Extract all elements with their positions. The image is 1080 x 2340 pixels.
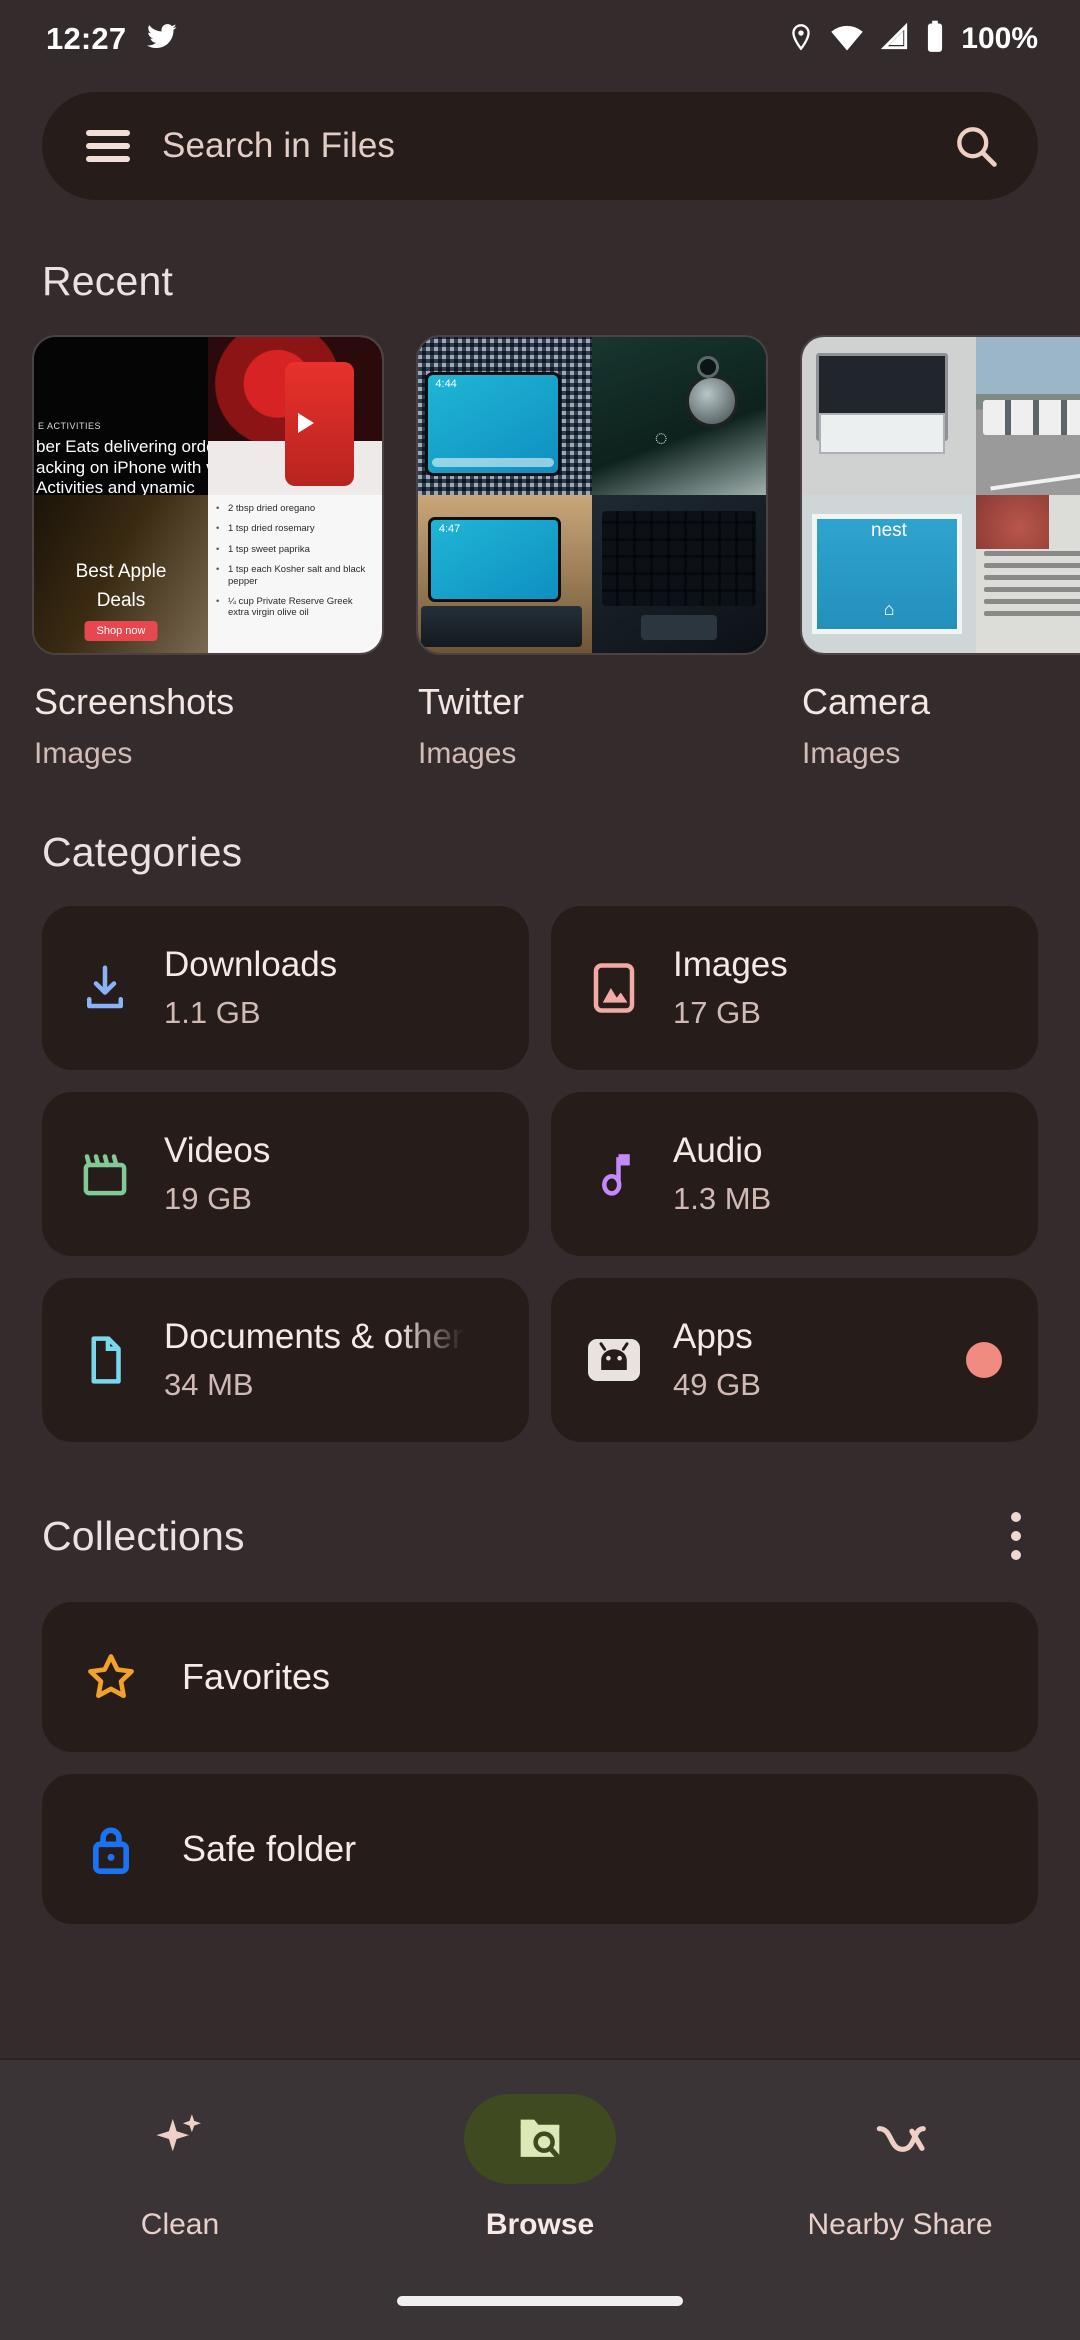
thumb-recipe-item: 1 tsp each Kosher salt and black pepper — [214, 564, 376, 587]
lock-icon — [82, 1820, 140, 1878]
thumb-news-kicker: E ACTIVITIES — [38, 421, 102, 431]
category-size: 1.3 MB — [673, 1181, 772, 1216]
thumb-tablet-clock: 4:44 — [435, 378, 457, 391]
recent-card-title: Screenshots — [34, 681, 235, 722]
gesture-home-bar[interactable] — [397, 2296, 683, 2306]
status-bar-right: 100% — [787, 20, 1038, 59]
categories-section-header: Categories — [0, 829, 1080, 876]
categories-title: Categories — [42, 829, 243, 875]
document-icon — [76, 1331, 134, 1389]
thumb-recipe-item: 1 tsp sweet paprika — [214, 544, 376, 556]
category-size: 19 GB — [164, 1181, 252, 1216]
thumb-apple-button: Shop now — [84, 621, 158, 642]
category-name: Videos — [164, 1131, 271, 1170]
recent-card-title: Camera — [802, 681, 931, 722]
bottom-navigation-bar: Clean Browse Nearby Share — [0, 2060, 1080, 2340]
recent-card-subtitle: Images — [34, 737, 133, 770]
nav-item-label: Nearby Share — [807, 2208, 993, 2241]
recent-card-twitter[interactable]: 4:44 ◌ 4:47 Twitter Images — [416, 335, 768, 771]
thumb-news-headline: ber Eats delivering orde acking on iPhon… — [36, 437, 208, 495]
recent-card-subtitle: Images — [802, 737, 901, 770]
nav-item-browse[interactable]: Browse — [360, 2094, 720, 2242]
thumb-apple-line1: Best Apple — [75, 561, 167, 583]
recent-card-screenshots[interactable]: E ACTIVITIES ber Eats delivering orde ac… — [32, 335, 384, 771]
thumb-recipe-item: 2 tbsp dried oregano — [214, 503, 376, 515]
category-card-documents[interactable]: Documents & other 34 MB — [42, 1278, 529, 1442]
status-bar-clock: 12:27 — [46, 21, 127, 56]
twitter-bird-icon — [144, 20, 178, 59]
recent-card-title: Twitter — [418, 681, 525, 722]
battery-icon — [925, 20, 945, 59]
recent-thumbnail-camera: nest ⌂ — [800, 335, 1080, 655]
signal-icon — [879, 22, 911, 57]
category-size: 17 GB — [673, 995, 761, 1030]
wifi-icon — [829, 22, 865, 57]
hamburger-menu-icon[interactable] — [86, 130, 130, 162]
category-size: 49 GB — [673, 1367, 761, 1402]
battery-percentage: 100% — [961, 22, 1038, 55]
location-icon — [787, 20, 815, 59]
collections-list: Favorites Safe folder — [0, 1602, 1080, 1924]
category-card-videos[interactable]: Videos 19 GB — [42, 1092, 529, 1256]
category-card-apps[interactable]: Apps 49 GB — [551, 1278, 1038, 1442]
search-bar-container: Search in Files — [0, 78, 1080, 200]
nav-item-nearby-share[interactable]: Nearby Share — [720, 2094, 1080, 2242]
search-icon[interactable] — [950, 120, 1002, 172]
collection-item-favorites[interactable]: Favorites — [42, 1602, 1038, 1752]
thumb-tablet-clock: 4:47 — [438, 523, 461, 536]
categories-grid: Downloads 1.1 GB Images 17 GB Videos 19 … — [0, 906, 1080, 1442]
category-card-audio[interactable]: Audio 1.3 MB — [551, 1092, 1038, 1256]
search-input[interactable]: Search in Files — [162, 126, 918, 166]
video-icon — [76, 1145, 134, 1203]
category-name: Documents & other — [164, 1317, 464, 1356]
recent-card-subtitle: Images — [418, 737, 517, 770]
audio-note-icon — [585, 1145, 643, 1203]
recent-section-header: Recent — [0, 258, 1080, 305]
status-badge — [966, 1342, 1002, 1378]
nav-item-label: Clean — [140, 2208, 220, 2241]
download-icon — [76, 959, 134, 1017]
thumb-nest-logo: nest — [871, 520, 907, 542]
thumb-recipe-item: ¼ cup Private Reserve Greek extra virgin… — [214, 596, 376, 619]
collection-item-label: Favorites — [182, 1656, 331, 1697]
android-apps-icon — [585, 1331, 643, 1389]
thumb-recipe-item: 1 tsp dried rosemary — [214, 523, 376, 535]
category-size: 1.1 GB — [164, 995, 261, 1030]
category-size: 34 MB — [164, 1367, 254, 1402]
thumb-apple-line2: Deals — [96, 589, 146, 611]
folder-search-icon — [464, 2094, 616, 2184]
collections-title: Collections — [42, 1512, 245, 1559]
category-card-images[interactable]: Images 17 GB — [551, 906, 1038, 1070]
sparkles-icon — [104, 2094, 256, 2184]
kebab-menu-icon[interactable] — [994, 1500, 1038, 1572]
status-bar-left: 12:27 — [46, 20, 787, 59]
category-name: Images — [673, 945, 788, 984]
recent-title: Recent — [42, 258, 174, 304]
nav-item-label: Browse — [485, 2208, 595, 2241]
category-name: Audio — [673, 1131, 763, 1170]
nearby-share-icon — [824, 2094, 976, 2184]
search-bar[interactable]: Search in Files — [42, 92, 1038, 200]
nav-item-clean[interactable]: Clean — [0, 2094, 360, 2242]
recent-card-camera[interactable]: nest ⌂ Camera Images — [800, 335, 1080, 771]
star-icon — [82, 1648, 140, 1706]
recent-thumbnail-twitter: 4:44 ◌ 4:47 — [416, 335, 768, 655]
status-bar: 12:27 100% — [0, 0, 1080, 78]
collection-item-label: Safe folder — [182, 1828, 357, 1869]
recent-thumbnail-screenshots: E ACTIVITIES ber Eats delivering orde ac… — [32, 335, 384, 655]
category-name: Apps — [673, 1317, 753, 1356]
collections-section-header: Collections — [0, 1500, 1080, 1572]
image-icon — [585, 959, 643, 1017]
collection-item-safe-folder[interactable]: Safe folder — [42, 1774, 1038, 1924]
recent-card-row[interactable]: E ACTIVITIES ber Eats delivering orde ac… — [0, 335, 1080, 771]
category-card-downloads[interactable]: Downloads 1.1 GB — [42, 906, 529, 1070]
category-name: Downloads — [164, 945, 338, 984]
